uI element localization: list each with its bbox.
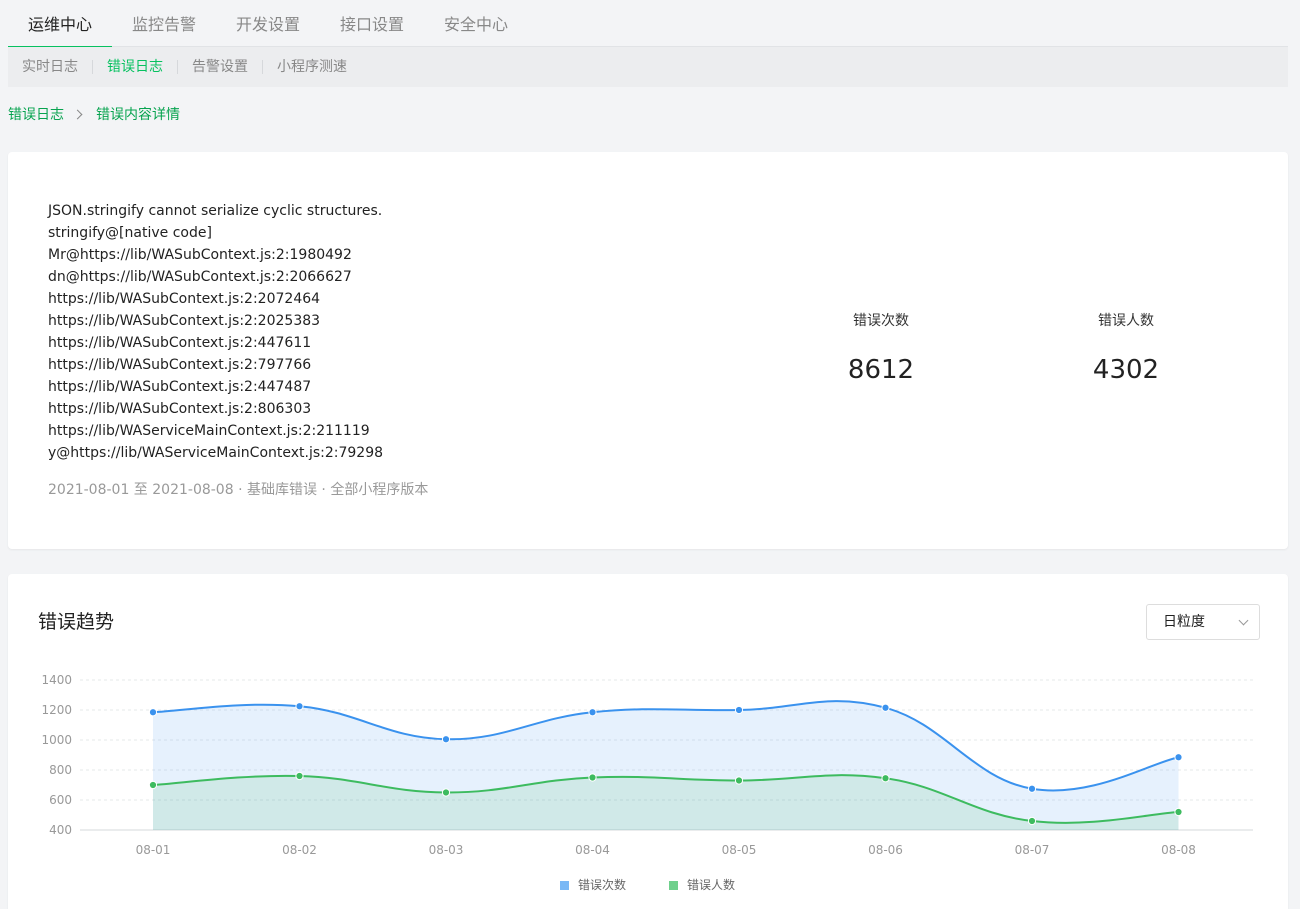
stack-line: https://lib/WASubContext.js:2:806303 [48, 401, 312, 417]
data-point [881, 703, 890, 712]
data-point [1027, 816, 1037, 826]
stack-line: JSON.stringify cannot serialize cyclic s… [48, 203, 383, 219]
data-point [734, 705, 744, 715]
stack-line: https://lib/WAServiceMainContext.js:2:21… [48, 423, 370, 439]
y-tick-label: 600 [49, 793, 72, 807]
tab-ops-center[interactable]: 运维中心 [8, 0, 112, 48]
x-tick-label: 08-05 [722, 843, 757, 857]
data-point [148, 708, 158, 717]
x-tick-label: 08-08 [1161, 843, 1196, 857]
data-point [1174, 753, 1183, 762]
sub-nav: 实时日志 错误日志 告警设置 小程序测速 [8, 47, 1288, 87]
data-point [588, 708, 597, 717]
data-point [1174, 807, 1183, 817]
stack-line: stringify@[native code] [48, 225, 212, 241]
stat-error-users-label: 错误人数 [1098, 313, 1154, 329]
subnav-divider [262, 60, 263, 74]
trend-chart: 400 600 800 1000 1200 1400 08-01 08-02 08-03 08-0… [41, 673, 1253, 892]
y-tick-label: 800 [49, 763, 72, 777]
stat-error-count: 错误次数 8612 [801, 310, 961, 386]
breadcrumb: 错误日志 错误内容详情 [8, 104, 180, 126]
data-point [295, 771, 304, 781]
y-tick-label: 1200 [41, 703, 72, 717]
subnav-divider [177, 60, 178, 74]
data-point [441, 735, 451, 744]
subnav-alert-settings[interactable]: 告警设置 [192, 47, 248, 87]
stack-line: Mr@https://lib/WASubContext.js:2:1980492 [48, 247, 352, 263]
stack-line: dn@https://lib/WASubContext.js:2:2066627 [48, 269, 352, 285]
data-point [881, 774, 890, 783]
tab-dev-settings[interactable]: 开发设置 [216, 0, 320, 47]
stack-line: y@https://lib/WAServiceMainContext.js:2:… [48, 445, 384, 461]
legend-swatch [560, 881, 569, 890]
error-trend-card: 错误趋势 日粒度 400 600 800 1000 1200 1400 08-01 08-02… [8, 574, 1288, 909]
subnav-error-log[interactable]: 错误日志 [107, 47, 163, 87]
stack-line: https://lib/WASubContext.js:2:447611 [48, 335, 312, 351]
tab-api-settings[interactable]: 接口设置 [320, 0, 424, 47]
breadcrumb-current: 错误内容详情 [96, 107, 180, 123]
data-point [588, 773, 597, 782]
subnav-speed-test[interactable]: 小程序测速 [277, 47, 347, 87]
stack-line: https://lib/WASubContext.js:2:447487 [48, 379, 312, 395]
stat-error-count-label: 错误次数 [853, 313, 909, 329]
error-stack-trace: JSON.stringify cannot serialize cyclic s… [48, 200, 383, 464]
stack-line: https://lib/WASubContext.js:2:797766 [48, 357, 312, 373]
x-tick-label: 08-03 [429, 843, 464, 857]
data-point [148, 780, 158, 790]
x-tick-label: 08-07 [1015, 843, 1050, 857]
chevron-right-icon [72, 109, 83, 120]
data-point [1027, 784, 1037, 793]
subnav-realtime-log[interactable]: 实时日志 [22, 47, 78, 87]
tab-security-center[interactable]: 安全中心 [424, 0, 528, 47]
y-tick-label: 400 [49, 823, 72, 837]
x-tick-label: 08-04 [575, 843, 610, 857]
x-tick-label: 08-02 [282, 843, 317, 857]
legend-label: 错误人数 [687, 877, 735, 892]
error-detail-card: JSON.stringify cannot serialize cyclic s… [8, 152, 1288, 549]
tab-monitoring[interactable]: 监控告警 [112, 0, 216, 47]
y-tick-label: 1400 [41, 673, 72, 687]
stack-line: https://lib/WASubContext.js:2:2025383 [48, 313, 321, 329]
data-point [734, 776, 744, 785]
x-tick-label: 08-06 [868, 843, 903, 857]
legend-swatch [669, 881, 678, 890]
stack-line: https://lib/WASubContext.js:2:2072464 [48, 291, 321, 307]
y-tick-label: 1000 [41, 733, 72, 747]
x-tick-label: 08-01 [136, 843, 171, 857]
top-nav: 运维中心 监控告警 开发设置 接口设置 安全中心 [8, 0, 1288, 48]
breadcrumb-parent[interactable]: 错误日志 [8, 107, 64, 123]
stat-error-users-value: 4302 [1092, 355, 1160, 385]
data-point [441, 788, 451, 797]
error-meta: 2021-08-01 至 2021-08-08 · 基础库错误 · 全部小程序版… [48, 482, 429, 498]
subnav-divider [92, 60, 93, 74]
data-point [295, 702, 304, 711]
legend-label: 错误次数 [578, 877, 626, 892]
stat-error-count-value: 8612 [847, 355, 915, 385]
stat-error-users: 错误人数 4302 [1046, 310, 1206, 386]
